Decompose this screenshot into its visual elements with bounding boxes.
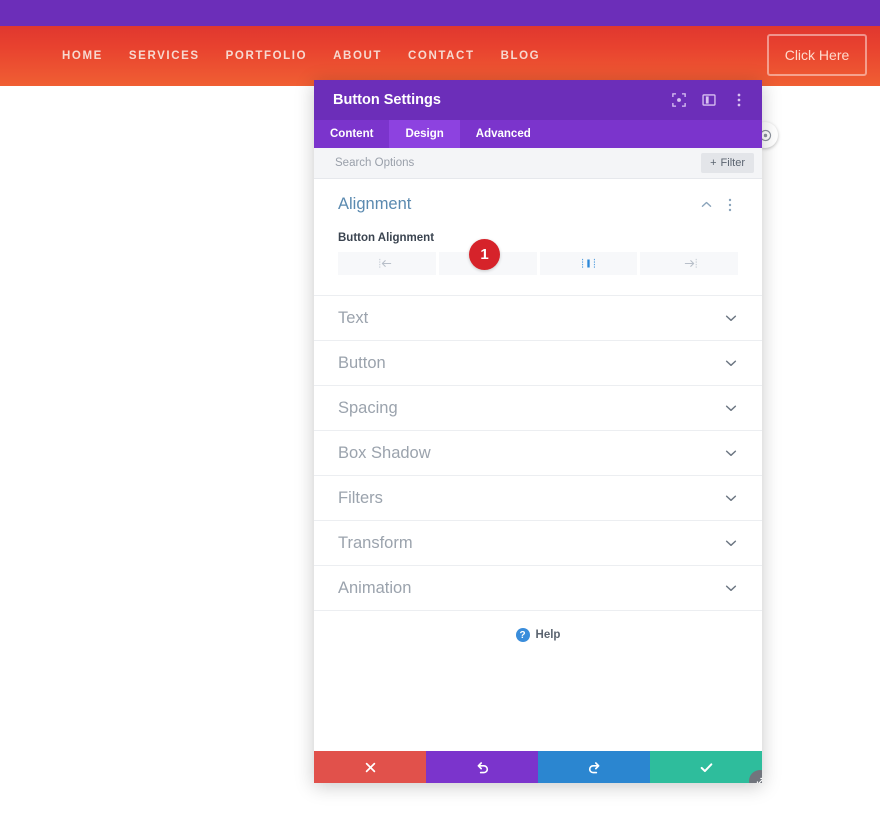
undo-button[interactable] <box>426 751 538 783</box>
search-input[interactable] <box>333 156 702 170</box>
button-alignment-label: Button Alignment <box>338 232 435 244</box>
tab-content[interactable]: Content <box>314 120 389 148</box>
tab-design[interactable]: Design <box>389 120 460 148</box>
modal-titlebar: Button Settings <box>314 80 762 120</box>
primary-navigation: HOME SERVICES PORTFOLIO ABOUT CONTACT BL… <box>62 50 540 62</box>
align-center-icon <box>582 258 595 269</box>
nav-item-portfolio[interactable]: PORTFOLIO <box>226 50 307 62</box>
chevron-down-icon[interactable] <box>724 356 738 370</box>
search-row: + Filter <box>314 148 762 179</box>
cancel-button[interactable] <box>314 751 426 783</box>
section-spacing-title: Spacing <box>338 398 398 417</box>
focus-target-icon[interactable] <box>670 91 688 109</box>
section-alignment: Alignment Button Alignment 1 <box>314 179 762 296</box>
modal-tabs: Content Design Advanced <box>314 120 762 148</box>
section-more-vertical-icon[interactable] <box>722 197 738 213</box>
align-right-icon <box>684 258 697 269</box>
chevron-down-icon[interactable] <box>724 581 738 595</box>
section-filters[interactable]: Filters <box>314 476 762 521</box>
nav-item-services[interactable]: SERVICES <box>129 50 200 62</box>
chevron-down-icon[interactable] <box>724 446 738 460</box>
step-badge: 1 <box>469 239 500 270</box>
redo-icon <box>588 761 599 773</box>
section-box-shadow[interactable]: Box Shadow <box>314 431 762 476</box>
site-header: HOME SERVICES PORTFOLIO ABOUT CONTACT BL… <box>0 26 880 86</box>
layout-panel-icon[interactable] <box>700 91 718 109</box>
admin-top-bar <box>0 0 880 26</box>
chevron-down-icon[interactable] <box>724 311 738 325</box>
section-transform-title: Transform <box>338 533 413 552</box>
save-button[interactable] <box>650 751 762 783</box>
modal-body: Alignment Button Alignment 1 Text Button… <box>314 179 762 751</box>
align-center-option[interactable] <box>539 252 638 275</box>
modal-title: Button Settings <box>333 92 441 108</box>
nav-item-contact[interactable]: CONTACT <box>408 50 475 62</box>
tab-advanced[interactable]: Advanced <box>460 120 547 148</box>
align-left-option[interactable] <box>338 252 436 275</box>
help-circle-icon: ? <box>515 628 530 642</box>
chevron-down-icon[interactable] <box>724 401 738 415</box>
section-transform[interactable]: Transform <box>314 521 762 566</box>
section-alignment-header[interactable]: Alignment <box>338 195 738 214</box>
align-right-option[interactable] <box>640 252 738 275</box>
section-text-title: Text <box>338 308 369 327</box>
section-spacing[interactable]: Spacing <box>314 386 762 431</box>
section-button-title: Button <box>338 353 386 372</box>
undo-icon <box>477 761 488 773</box>
chevron-up-icon[interactable] <box>698 197 714 213</box>
filter-label: Filter <box>720 157 745 169</box>
section-alignment-title: Alignment <box>338 195 412 213</box>
button-alignment-control: 1 <box>338 239 738 275</box>
align-left-icon <box>379 258 392 269</box>
nav-item-about[interactable]: ABOUT <box>333 50 382 62</box>
nav-item-home[interactable]: HOME <box>62 50 103 62</box>
click-here-button[interactable]: Click Here <box>767 34 867 76</box>
chevron-down-icon[interactable] <box>724 491 738 505</box>
help-row[interactable]: ? Help <box>314 613 762 657</box>
button-settings-modal: Button Settings Content Design Advanced … <box>314 80 762 783</box>
modal-footer <box>314 751 762 783</box>
section-box-shadow-title: Box Shadow <box>338 443 431 462</box>
section-animation[interactable]: Animation <box>314 566 762 611</box>
resize-diagonal-icon <box>756 777 762 783</box>
modal-titlebar-actions <box>670 91 748 109</box>
help-label: Help <box>535 629 561 641</box>
section-animation-title: Animation <box>338 578 412 597</box>
more-vertical-icon[interactable] <box>730 91 748 109</box>
redo-button[interactable] <box>538 751 650 783</box>
close-icon <box>365 762 375 772</box>
nav-item-blog[interactable]: BLOG <box>501 50 541 62</box>
filter-button[interactable]: + Filter <box>701 153 754 173</box>
section-button[interactable]: Button <box>314 341 762 386</box>
section-filters-title: Filters <box>338 488 383 507</box>
section-text[interactable]: Text <box>314 296 762 341</box>
chevron-down-icon[interactable] <box>724 536 738 550</box>
check-icon <box>700 762 712 772</box>
plus-icon: + <box>710 157 717 169</box>
